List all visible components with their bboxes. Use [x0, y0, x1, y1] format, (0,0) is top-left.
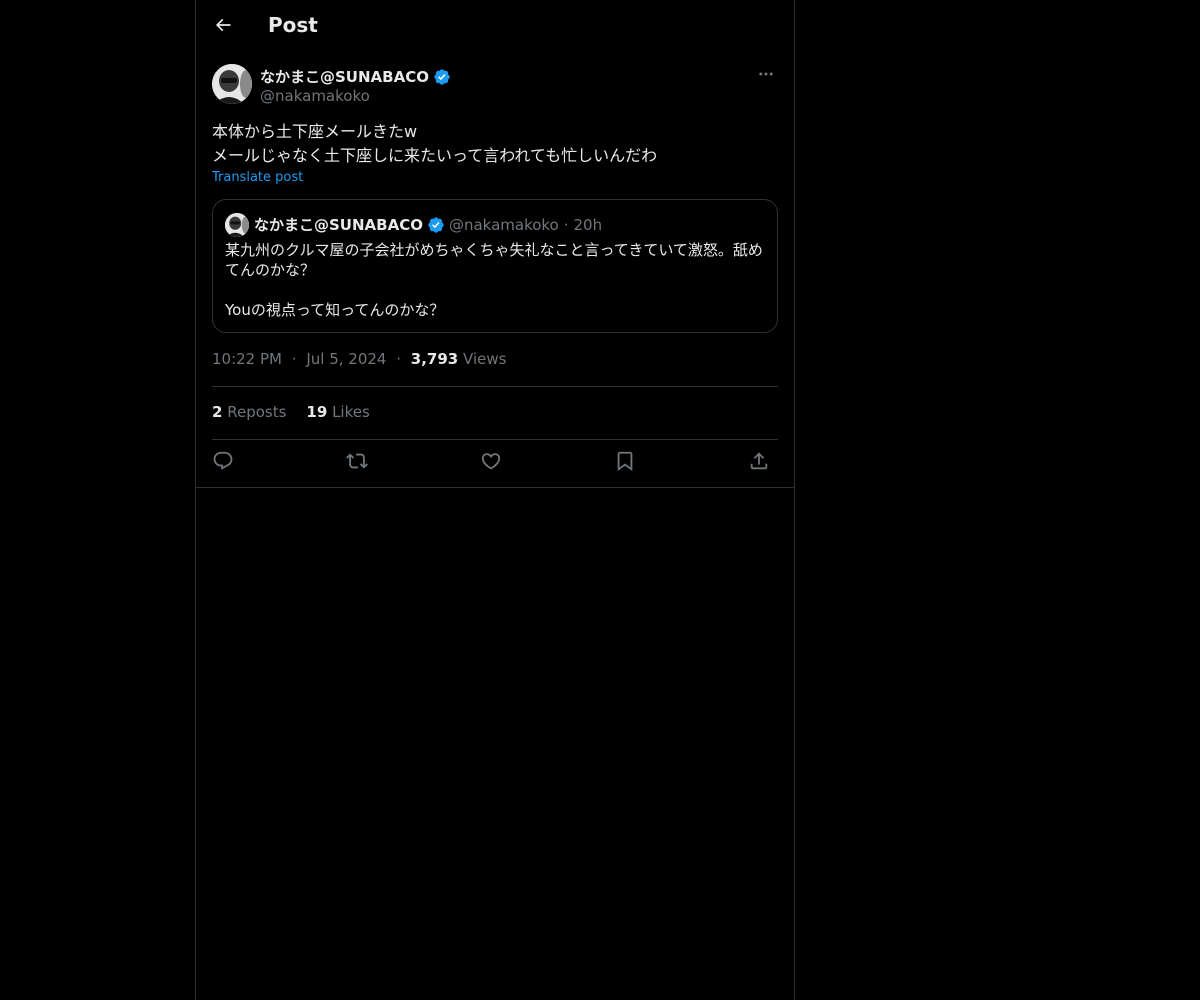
post-time[interactable]: 10:22 PM	[212, 350, 282, 368]
divider	[196, 487, 794, 488]
quoted-post[interactable]: なかまこ@SUNABACO @nakamakoko · 20h 某九州のクルマ屋…	[212, 199, 778, 333]
reply-icon	[212, 450, 234, 476]
divider	[212, 386, 778, 387]
more-button[interactable]	[754, 64, 778, 88]
share-button[interactable]	[746, 450, 772, 476]
back-arrow-icon	[213, 15, 233, 39]
likes-count: 19	[306, 403, 328, 421]
reply-button[interactable]	[210, 450, 236, 476]
views-label: Views	[463, 350, 507, 368]
post-meta: 10:22 PM · Jul 5, 2024 · 3,793 Views	[212, 350, 506, 368]
post-text-line: メールじゃなく土下座しに来たいって言われても忙しいんだわ	[212, 146, 658, 165]
post-stats: 2 Reposts 19 Likes	[212, 403, 370, 421]
separator-dot: ·	[563, 215, 569, 234]
post-text-line: 本体から土下座メールきたw	[212, 122, 418, 141]
quote-author-handle: @nakamakoko	[448, 215, 559, 234]
timeline-column: Post なかまこ@SUNABACO @nakamakoko 本体から土下座メー…	[195, 0, 795, 1000]
bookmark-button[interactable]	[612, 450, 638, 476]
reposts-count: 2	[212, 403, 223, 421]
verified-badge-icon	[427, 216, 445, 234]
repost-button[interactable]	[344, 450, 370, 476]
quote-author-name: なかまこ@SUNABACO	[254, 216, 423, 234]
quote-author-avatar[interactable]	[225, 213, 249, 237]
views-count: 3,793	[410, 350, 459, 368]
like-button[interactable]	[478, 450, 504, 476]
bookmark-icon	[614, 450, 636, 476]
author-avatar[interactable]	[212, 64, 252, 104]
separator-dot: ·	[396, 350, 402, 368]
page-title: Post	[268, 13, 318, 37]
likes-stat[interactable]: 19 Likes	[306, 403, 369, 421]
post-date[interactable]: Jul 5, 2024	[306, 350, 386, 368]
translate-post-link[interactable]: Translate post	[212, 170, 303, 185]
post-text: 本体から土下座メールきたw メールじゃなく土下座しに来たいって言われても忙しいん…	[212, 120, 778, 168]
quote-paragraph-gap	[225, 280, 767, 300]
quote-text-line: 某九州のクルマ屋の子会社がめちゃくちゃ失礼なこと言ってきていて激怒。舐め	[225, 241, 763, 259]
author-name[interactable]: なかまこ@SUNABACO	[260, 66, 429, 87]
author-handle[interactable]: @nakamakoko	[260, 87, 370, 105]
page-header: Post	[196, 0, 794, 54]
more-icon	[757, 65, 775, 87]
separator-dot: ·	[291, 350, 297, 368]
repost-icon	[346, 450, 368, 476]
share-icon	[748, 450, 770, 476]
quote-text-line: Youの視点って知ってんのかな？	[225, 301, 445, 319]
reposts-label: Reposts	[227, 403, 287, 421]
action-bar	[212, 450, 778, 476]
quote-text-line: てんのかな？	[225, 261, 316, 279]
divider	[212, 439, 778, 440]
back-button[interactable]	[210, 14, 236, 40]
quote-text: 某九州のクルマ屋の子会社がめちゃくちゃ失礼なこと言ってきていて激怒。舐め てんの…	[225, 240, 767, 320]
likes-label: Likes	[332, 403, 370, 421]
quote-timestamp: 20h	[573, 215, 603, 234]
like-icon	[480, 450, 502, 476]
reposts-stat[interactable]: 2 Reposts	[212, 403, 286, 421]
verified-badge-icon	[433, 68, 451, 86]
post-author: なかまこ@SUNABACO @nakamakoko	[212, 64, 778, 108]
